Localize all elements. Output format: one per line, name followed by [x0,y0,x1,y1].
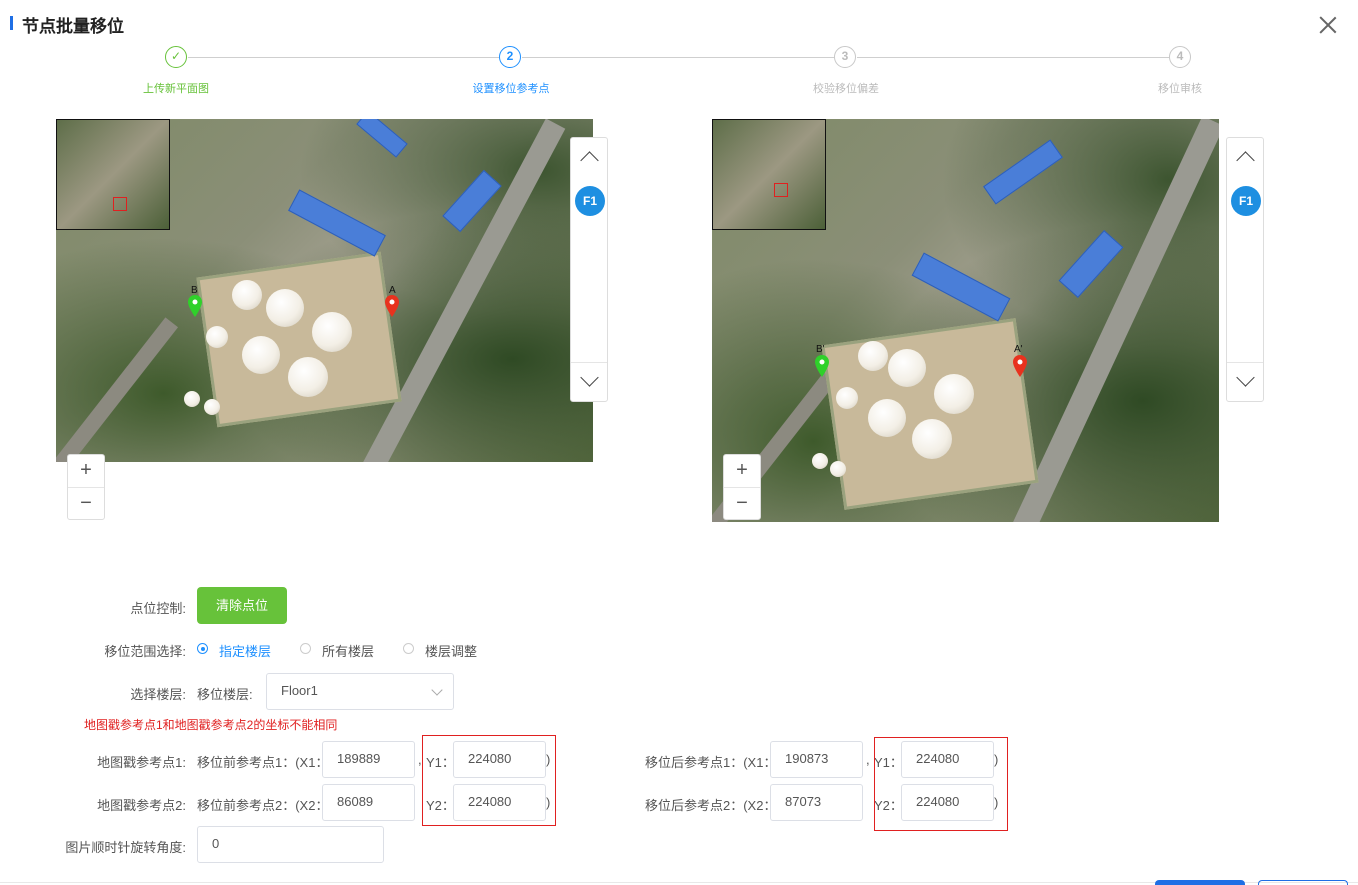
title-accent-bar [10,16,13,30]
marker-b-prime-label: B' [816,344,825,355]
step-4-label: 移位审核 [1158,83,1202,95]
floor-select[interactable]: Floor1 [266,673,454,710]
error-message: 地图戳参考点1和地图戳参考点2的坐标不能相同 [84,718,338,732]
zoom-in-button[interactable]: + [724,455,760,487]
range-select-label: 移位范围选择: [104,644,186,659]
chevron-down-icon [431,684,443,696]
marker-a-pin-icon[interactable] [385,295,399,317]
step-connector-1 [188,57,499,58]
map-after-floor-bar: F1 [1226,137,1264,402]
floor-select-value: Floor1 [281,683,318,698]
floor-f1-button[interactable]: F1 [575,186,605,216]
floor-f1-button[interactable]: F1 [1231,186,1261,216]
map-after[interactable]: B' A' [712,119,1219,522]
before-ref2-prefix: 移位前参考点2：(X2： [197,798,329,813]
after-ref1-prefix: 移位后参考点1：(X1： [645,755,777,770]
rotation-input[interactable]: 0 [197,826,384,863]
before-ref1-x-input[interactable]: 189889 [322,741,415,778]
step-2-label: 设置移位参考点 [472,83,550,95]
map-before-zoom-control: + − [67,454,105,520]
before-ref1-prefix: 移位前参考点1：(X1： [197,755,329,770]
chevron-down-icon[interactable] [1227,362,1263,401]
map-before-floor-bar: F1 [570,137,608,402]
clear-points-button[interactable]: 清除点位 [197,587,287,624]
chevron-up-icon[interactable] [571,138,607,176]
step-connector-3 [857,57,1169,58]
point-control-label: 点位控制: [130,601,186,616]
radio-all-floors-label[interactable]: 所有楼层 [322,641,374,660]
overview-minimap[interactable] [712,119,826,230]
chevron-up-icon[interactable] [1227,138,1263,176]
marker-b-prime-pin-icon[interactable] [815,355,829,377]
comma: , [866,752,870,767]
ref-point-1-label: 地图戳参考点1: [97,755,186,770]
step-3-indicator: 3 [834,46,856,68]
step-connector-2 [522,57,834,58]
chevron-down-icon[interactable] [571,362,607,401]
marker-a-prime-label: A' [1014,344,1023,355]
step-1-label: 上传新平面图 [143,83,209,95]
radio-all-floors[interactable] [300,643,311,654]
radio-floor-adjust[interactable] [403,643,414,654]
footer-primary-button[interactable] [1155,880,1245,885]
y-error-highlight-after [874,737,1008,831]
step-1-check-icon: ✓ [165,46,187,68]
after-ref1-x-input[interactable]: 190873 [770,741,863,778]
radio-floor-adjust-label[interactable]: 楼层调整 [425,641,477,660]
radio-specified-floor-label[interactable]: 指定楼层 [219,641,271,660]
map-after-zoom-control: + − [723,454,761,520]
close-icon[interactable] [1317,14,1339,36]
marker-b-pin-icon[interactable] [188,295,202,317]
zoom-out-button[interactable]: − [724,487,760,520]
map-before[interactable]: B A [56,119,593,462]
after-ref2-x-input[interactable]: 87073 [770,784,863,821]
floor-select-label: 选择楼层: [130,687,186,702]
ref-point-2-label: 地图戳参考点2: [97,798,186,813]
step-2-indicator: 2 [499,46,521,68]
step-4-indicator: 4 [1169,46,1191,68]
zoom-out-button[interactable]: − [68,487,104,520]
zoom-in-button[interactable]: + [68,455,104,487]
dialog-title: 节点批量移位 [22,17,124,36]
rotation-label: 图片顺时针旋转角度: [65,840,186,855]
after-ref2-prefix: 移位后参考点2：(X2： [645,798,777,813]
before-ref2-x-input[interactable]: 86089 [322,784,415,821]
step-3-label: 校验移位偏差 [813,83,879,95]
footer-secondary-button[interactable] [1258,880,1348,885]
radio-specified-floor[interactable] [197,643,208,654]
move-floor-label: 移位楼层: [197,687,253,702]
y-error-highlight-before [422,735,556,826]
overview-minimap[interactable] [56,119,170,230]
marker-a-prime-pin-icon[interactable] [1013,355,1027,377]
